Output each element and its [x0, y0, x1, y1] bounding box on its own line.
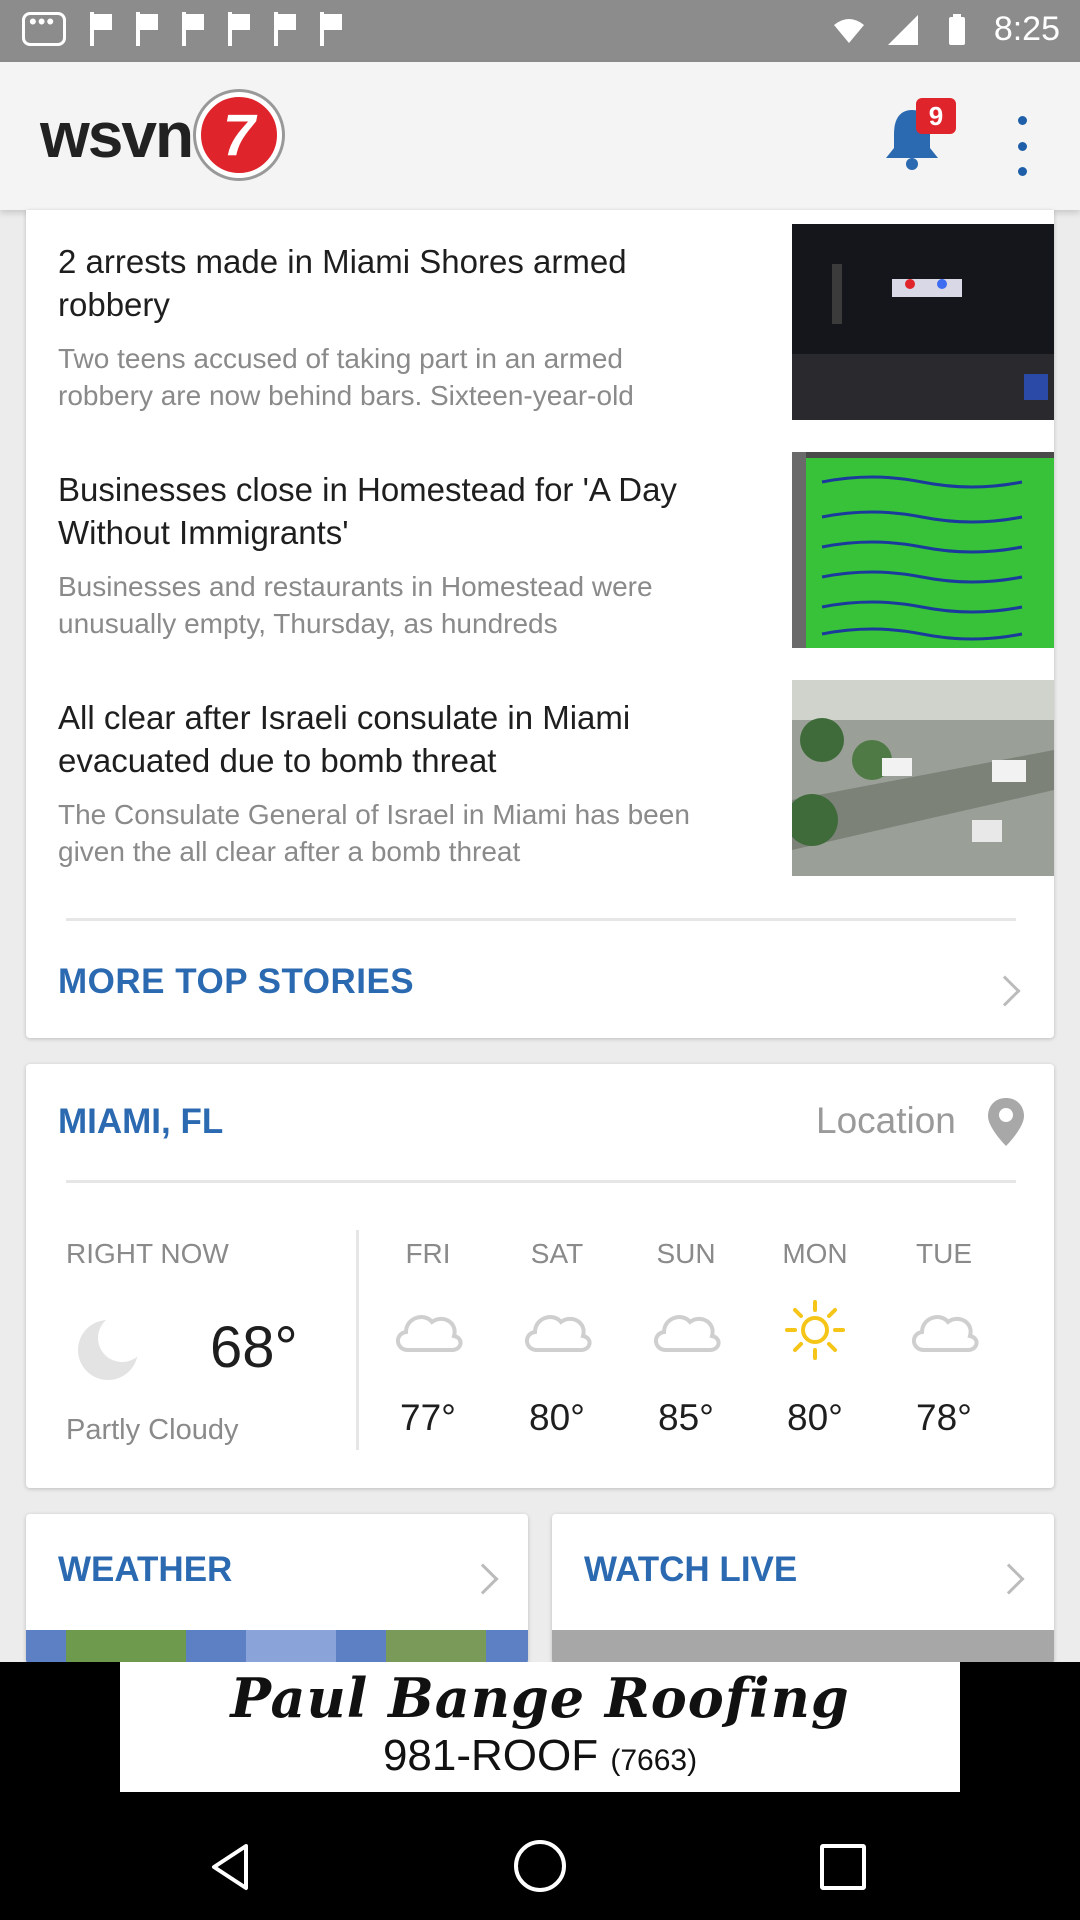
notification-dots-icon — [22, 9, 66, 46]
back-icon[interactable] — [206, 1842, 256, 1892]
forecast-day-name: SAT — [530, 1238, 584, 1269]
current-temperature: 68° — [210, 1315, 298, 1380]
cloud-icon — [912, 1315, 979, 1352]
system-nav-bar — [0, 1812, 1080, 1920]
flag-icon — [134, 12, 158, 46]
ad-banner[interactable]: Paul Bange Roofing 981-ROOF (7663) — [0, 1662, 1080, 1812]
forecast-day: TUE 78° — [884, 1238, 1004, 1439]
forecast-temp: 78° — [916, 1397, 972, 1438]
location-pin-icon[interactable] — [986, 1096, 1026, 1148]
watch-live-tile-label: WATCH LIVE — [584, 1550, 798, 1589]
forecast-day-name: MON — [782, 1238, 848, 1269]
flag-icon — [226, 12, 250, 46]
forecast-day-name: SUN — [656, 1238, 716, 1269]
weather-city: MIAMI, FL — [58, 1102, 224, 1141]
story-item[interactable]: 2 arrests made in Miami Shores armed rob… — [58, 224, 1054, 440]
weather-tile[interactable]: WEATHER — [26, 1514, 528, 1664]
story-summary: Two teens accused of taking part in an a… — [58, 343, 634, 411]
location-button[interactable]: Location — [816, 1100, 956, 1142]
story-item[interactable]: Businesses close in Homestead for 'A Day… — [58, 452, 1054, 668]
story-summary: Businesses and restaurants in Homestead … — [58, 571, 653, 639]
logo-number: 7 — [196, 92, 283, 178]
story-headline: All clear after Israeli consulate in Mia… — [58, 699, 631, 779]
weather-card: MIAMI, FL Location RIGHT NOW 68° Partly … — [26, 1064, 1054, 1488]
story-headline: Businesses close in Homestead for 'A Day… — [58, 471, 677, 551]
top-stories-card: 2 arrests made in Miami Shores armed rob… — [26, 210, 1054, 1038]
wifi-icon — [833, 18, 864, 43]
battery-icon — [948, 13, 965, 45]
ad-content[interactable]: Paul Bange Roofing 981-ROOF (7663) — [120, 1662, 960, 1792]
forecast-day-name: FRI — [405, 1238, 451, 1269]
overflow-menu-icon[interactable] — [1010, 116, 1034, 176]
divider — [66, 1180, 1016, 1183]
story-thumbnail — [792, 224, 1054, 420]
forecast-day: SAT 80° — [497, 1238, 617, 1439]
divider — [356, 1230, 359, 1450]
home-icon[interactable] — [514, 1840, 566, 1892]
chevron-right-icon — [993, 1563, 1025, 1595]
ad-title: Paul Bange Roofing — [230, 1666, 850, 1730]
signal-icon — [887, 14, 918, 45]
sun-icon — [785, 1300, 845, 1360]
chevron-right-icon — [467, 1563, 499, 1595]
divider — [66, 918, 1016, 921]
ad-phone: 981-ROOF (7663) — [120, 1730, 960, 1787]
moon-partly-cloudy-icon — [78, 1318, 140, 1380]
flag-icon — [272, 12, 296, 46]
ad-phone-main: 981-ROOF — [382, 1731, 599, 1780]
status-time: 8:25 — [993, 10, 1060, 48]
forecast-day: SUN 85° — [626, 1238, 746, 1439]
current-condition: Partly Cloudy — [66, 1414, 239, 1446]
watch-live-tile[interactable]: WATCH LIVE — [552, 1514, 1054, 1664]
more-top-stories-link[interactable]: MORE TOP STORIES — [58, 962, 414, 1002]
cloud-icon — [654, 1315, 721, 1352]
flag-icon — [88, 12, 112, 46]
forecast-temp: 80° — [787, 1397, 843, 1438]
recent-apps-icon[interactable] — [820, 1844, 866, 1890]
live-video-preview — [552, 1630, 1054, 1664]
notification-count-badge: 9 — [916, 98, 956, 134]
chevron-right-icon[interactable] — [989, 975, 1021, 1007]
weather-tile-label: WEATHER — [58, 1550, 233, 1589]
forecast-temp: 77° — [400, 1397, 456, 1438]
flag-icon — [318, 12, 342, 46]
story-item[interactable]: All clear after Israeli consulate in Mia… — [58, 680, 1054, 896]
radar-map-preview — [26, 1630, 528, 1664]
wsvn-logo[interactable]: wsvn 7 — [40, 92, 283, 178]
forecast-temp: 80° — [529, 1397, 585, 1438]
ad-phone-digits: (7663) — [610, 1744, 698, 1777]
flag-icon — [180, 12, 204, 46]
right-now-label: RIGHT NOW — [66, 1238, 229, 1269]
forecast-day-name: TUE — [916, 1238, 972, 1269]
app-header: wsvn 7 9 — [0, 62, 1080, 210]
forecast-day: MON 80° — [755, 1238, 875, 1439]
cloud-icon — [525, 1315, 592, 1352]
story-headline: 2 arrests made in Miami Shores armed rob… — [58, 243, 627, 323]
forecast-temp: 85° — [658, 1397, 714, 1438]
story-summary: The Consulate General of Israel in Miami… — [58, 799, 690, 867]
cloud-icon — [396, 1315, 463, 1352]
story-thumbnail — [792, 452, 1054, 648]
story-thumbnail — [792, 680, 1054, 876]
logo-text: wsvn — [40, 99, 194, 171]
status-bar: 8:25 — [0, 0, 1080, 62]
forecast-day: FRI 77° — [368, 1238, 488, 1439]
